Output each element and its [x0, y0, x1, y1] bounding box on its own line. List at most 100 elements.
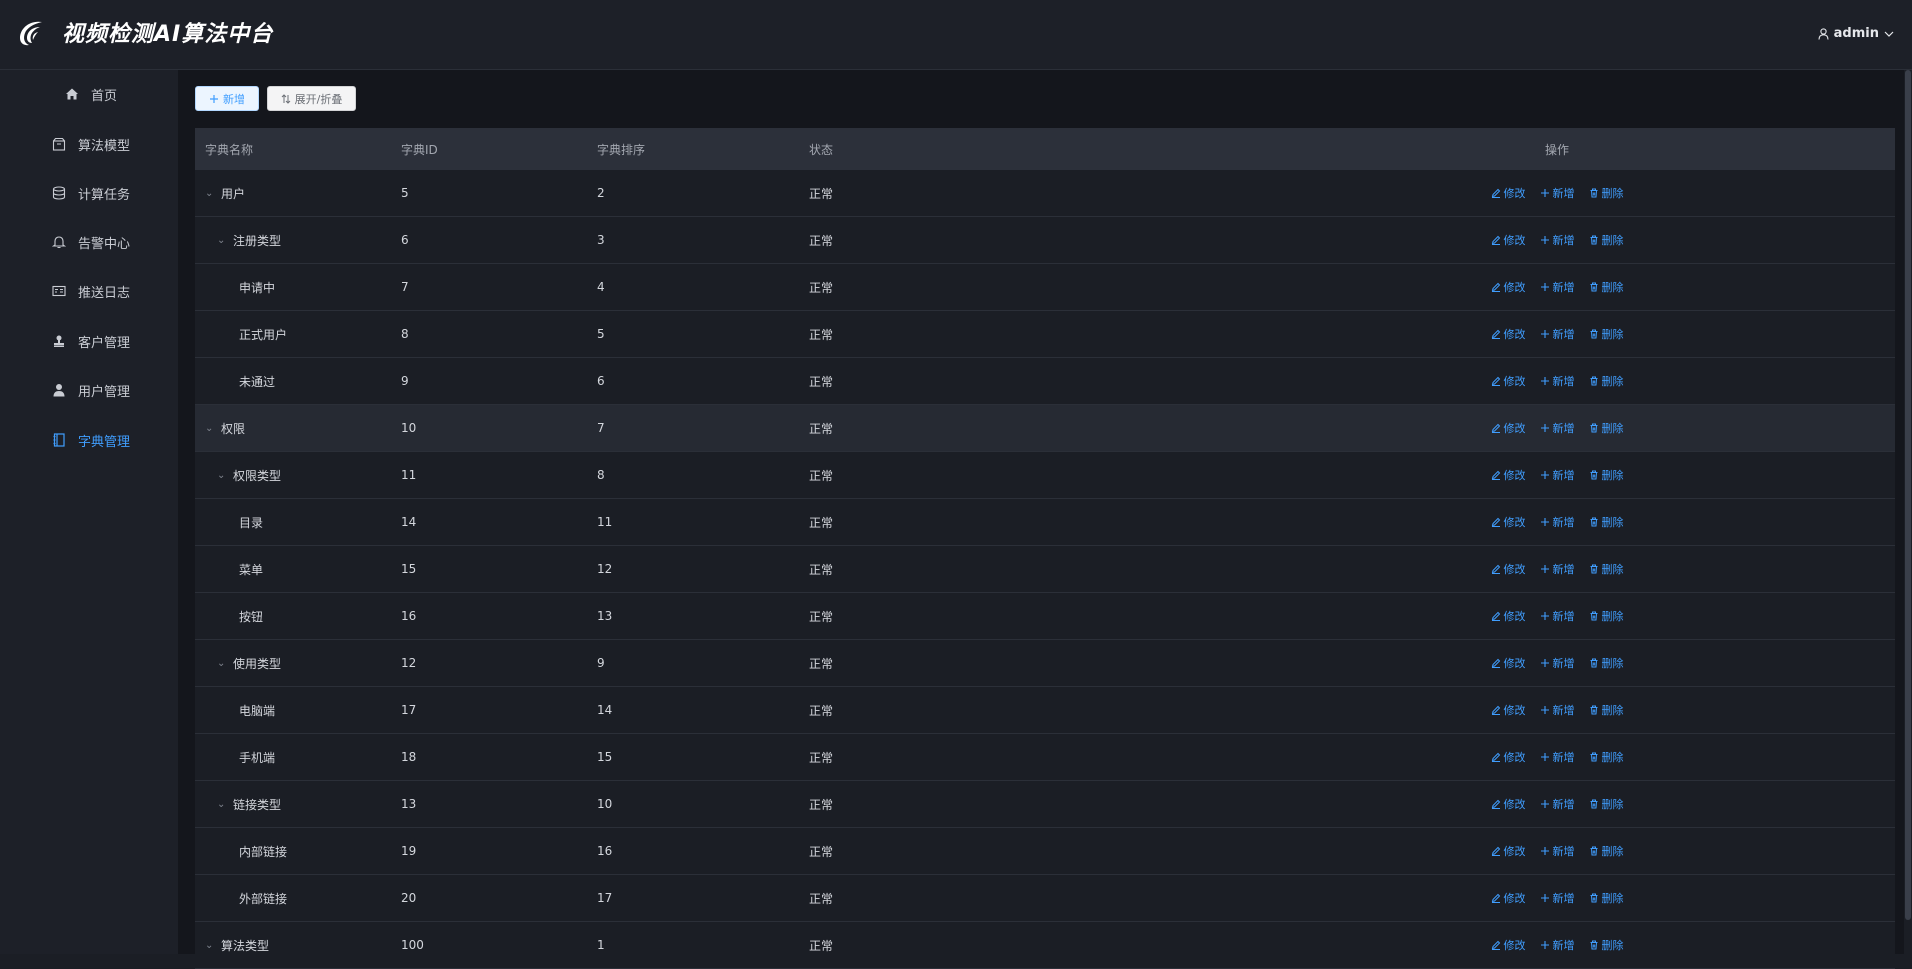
edit-button[interactable]: 修改 — [1491, 514, 1526, 530]
add-child-button[interactable]: 新增 — [1540, 796, 1575, 812]
expand-collapse-button[interactable]: 展开/折叠 — [267, 86, 356, 111]
table-row[interactable]: 菜单 15 12 正常 修改 新增 删除 — [195, 546, 1895, 593]
add-child-button[interactable]: 新增 — [1540, 608, 1575, 624]
table-row[interactable]: 目录 14 11 正常 修改 新增 删除 — [195, 499, 1895, 546]
column-header-name[interactable]: 字典名称 — [195, 141, 391, 158]
delete-button[interactable]: 删除 — [1589, 467, 1624, 483]
table-row[interactable]: 外部链接 20 17 正常 修改 新增 删除 — [195, 875, 1895, 922]
edit-icon — [1491, 940, 1501, 950]
edit-button[interactable]: 修改 — [1491, 467, 1526, 483]
table-row[interactable]: ⌄ 使用类型 12 9 正常 修改 新增 删除 — [195, 640, 1895, 687]
chevron-down-icon[interactable]: ⌄ — [205, 940, 217, 951]
edit-button[interactable]: 修改 — [1491, 185, 1526, 201]
edit-button[interactable]: 修改 — [1491, 890, 1526, 906]
delete-button[interactable]: 删除 — [1589, 608, 1624, 624]
delete-label: 删除 — [1601, 328, 1624, 341]
table-row[interactable]: 按钮 16 13 正常 修改 新增 删除 — [195, 593, 1895, 640]
add-child-button[interactable]: 新增 — [1540, 420, 1575, 436]
add-child-button[interactable]: 新增 — [1540, 702, 1575, 718]
user-menu[interactable]: admin — [1818, 26, 1894, 41]
edit-button[interactable]: 修改 — [1491, 232, 1526, 248]
edit-button[interactable]: 修改 — [1491, 702, 1526, 718]
vertical-scrollbar[interactable] — [1904, 70, 1912, 954]
add-child-button[interactable]: 新增 — [1540, 937, 1575, 953]
table-row[interactable]: 正式用户 8 5 正常 修改 新增 删除 — [195, 311, 1895, 358]
edit-label: 修改 — [1503, 375, 1526, 388]
delete-button[interactable]: 删除 — [1589, 514, 1624, 530]
edit-button[interactable]: 修改 — [1491, 843, 1526, 859]
delete-button[interactable]: 删除 — [1589, 561, 1624, 577]
sidebar-item-home[interactable]: 首页 — [0, 74, 178, 114]
delete-button[interactable]: 删除 — [1589, 749, 1624, 765]
edit-button[interactable]: 修改 — [1491, 373, 1526, 389]
sidebar-item-user-management[interactable]: 用户管理 — [0, 370, 178, 410]
delete-button[interactable]: 删除 — [1589, 796, 1624, 812]
delete-button[interactable]: 删除 — [1589, 373, 1624, 389]
cell-status: 正常 — [809, 938, 834, 953]
delete-button[interactable]: 删除 — [1589, 232, 1624, 248]
table-row[interactable]: ⌄ 权限类型 11 8 正常 修改 新增 删除 — [195, 452, 1895, 499]
chevron-down-icon[interactable]: ⌄ — [217, 799, 229, 810]
column-header-sort[interactable]: 字典排序 — [587, 141, 799, 158]
scrollbar-thumb[interactable] — [1905, 70, 1911, 920]
add-label: 新增 — [1552, 939, 1575, 952]
table-row[interactable]: ⌄ 权限 10 7 正常 修改 新增 删除 — [195, 405, 1895, 452]
delete-button[interactable]: 删除 — [1589, 843, 1624, 859]
table-row[interactable]: 内部链接 19 16 正常 修改 新增 删除 — [195, 828, 1895, 875]
sidebar-item-push-log[interactable]: 推送日志 — [0, 271, 178, 311]
delete-button[interactable]: 删除 — [1589, 279, 1624, 295]
delete-button[interactable]: 删除 — [1589, 702, 1624, 718]
chevron-down-icon[interactable]: ⌄ — [217, 235, 229, 246]
delete-button[interactable]: 删除 — [1589, 185, 1624, 201]
sidebar-item-dictionary-management[interactable]: 字典管理 — [0, 420, 178, 460]
add-child-button[interactable]: 新增 — [1540, 185, 1575, 201]
edit-button[interactable]: 修改 — [1491, 279, 1526, 295]
cell-id: 16 — [401, 609, 417, 623]
add-child-button[interactable]: 新增 — [1540, 232, 1575, 248]
chevron-down-icon[interactable]: ⌄ — [217, 470, 229, 481]
table-row[interactable]: 申请中 7 4 正常 修改 新增 删除 — [195, 264, 1895, 311]
edit-button[interactable]: 修改 — [1491, 937, 1526, 953]
add-child-button[interactable]: 新增 — [1540, 514, 1575, 530]
table-row[interactable]: 未通过 9 6 正常 修改 新增 删除 — [195, 358, 1895, 405]
add-child-button[interactable]: 新增 — [1540, 843, 1575, 859]
edit-button[interactable]: 修改 — [1491, 749, 1526, 765]
add-button[interactable]: 新增 — [195, 86, 259, 111]
column-header-id[interactable]: 字典ID — [391, 141, 587, 158]
edit-button[interactable]: 修改 — [1491, 561, 1526, 577]
edit-button[interactable]: 修改 — [1491, 796, 1526, 812]
delete-button[interactable]: 删除 — [1589, 655, 1624, 671]
chevron-down-icon[interactable]: ⌄ — [205, 423, 217, 434]
add-child-button[interactable]: 新增 — [1540, 373, 1575, 389]
delete-button[interactable]: 删除 — [1589, 420, 1624, 436]
add-child-button[interactable]: 新增 — [1540, 655, 1575, 671]
delete-button[interactable]: 删除 — [1589, 890, 1624, 906]
edit-button[interactable]: 修改 — [1491, 655, 1526, 671]
table-row[interactable]: ⌄ 链接类型 13 10 正常 修改 新增 删除 — [195, 781, 1895, 828]
sidebar-item-customer-management[interactable]: 客户管理 — [0, 321, 178, 361]
chevron-down-icon[interactable]: ⌄ — [217, 658, 229, 669]
sidebar-item-label: 用户管理 — [78, 384, 131, 400]
cell-name-text: 电脑端 — [239, 703, 276, 718]
sidebar-item-alarm-center[interactable]: 告警中心 — [0, 222, 178, 262]
table-row[interactable]: ⌄ 注册类型 6 3 正常 修改 新增 删除 — [195, 217, 1895, 264]
add-child-button[interactable]: 新增 — [1540, 749, 1575, 765]
add-child-button[interactable]: 新增 — [1540, 467, 1575, 483]
edit-button[interactable]: 修改 — [1491, 608, 1526, 624]
delete-button[interactable]: 删除 — [1589, 937, 1624, 953]
column-header-status[interactable]: 状态 — [799, 141, 1219, 158]
sidebar-item-algorithm-model[interactable]: 算法模型 — [0, 124, 178, 164]
edit-button[interactable]: 修改 — [1491, 326, 1526, 342]
table-row[interactable]: 手机端 18 15 正常 修改 新增 删除 — [195, 734, 1895, 781]
edit-button[interactable]: 修改 — [1491, 420, 1526, 436]
delete-button[interactable]: 删除 — [1589, 326, 1624, 342]
sidebar-item-compute-task[interactable]: 计算任务 — [0, 173, 178, 213]
table-row[interactable]: 电脑端 17 14 正常 修改 新增 删除 — [195, 687, 1895, 734]
table-row[interactable]: ⌄ 用户 5 2 正常 修改 新增 删除 — [195, 170, 1895, 217]
table-row[interactable]: ⌄ 算法类型 100 1 正常 修改 新增 删除 — [195, 922, 1895, 969]
add-child-button[interactable]: 新增 — [1540, 890, 1575, 906]
add-child-button[interactable]: 新增 — [1540, 326, 1575, 342]
add-child-button[interactable]: 新增 — [1540, 279, 1575, 295]
add-child-button[interactable]: 新增 — [1540, 561, 1575, 577]
chevron-down-icon[interactable]: ⌄ — [205, 188, 217, 199]
